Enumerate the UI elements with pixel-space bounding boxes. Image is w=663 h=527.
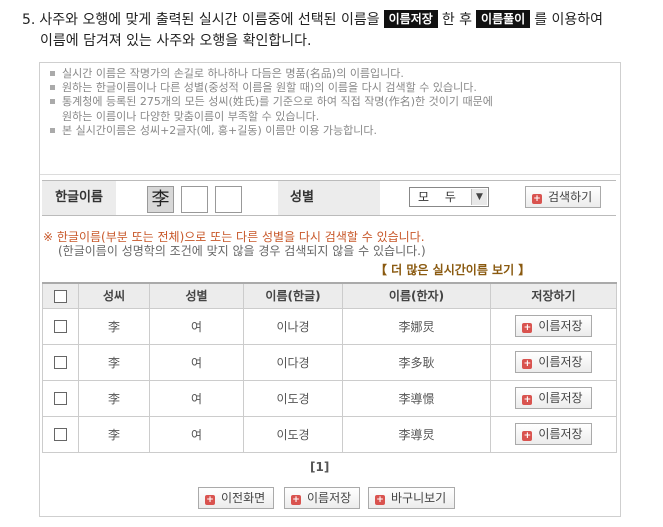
instruction-text-b: 한 후	[441, 12, 473, 28]
note-item: 통계청에 등록된 275개의 모든 성씨(姓氏)를 기준으로 하여 직접 작명(…	[50, 95, 620, 109]
plus-icon: +	[522, 395, 533, 405]
plus-icon: +	[375, 495, 385, 505]
name-char-input-2[interactable]	[215, 186, 242, 213]
instruction-text-a: 사주와 오행에 맞게 출력된 실시간 이름중에 선택된 이름을	[39, 12, 380, 28]
previous-screen-button[interactable]: + 이전화면	[198, 487, 275, 509]
cell-surname: 李	[78, 415, 150, 453]
search-bar: 한글이름 李 성별 모 두 ▼ + 검색하기	[42, 180, 616, 216]
cell-hanja: 李多耿	[342, 343, 491, 381]
chevron-down-icon[interactable]: ▼	[471, 189, 487, 205]
realtime-name-panel: 실시간 이름은 작명가의 손길로 하나하나 다듬은 명품(名品)의 이름입니다.…	[39, 62, 621, 517]
plus-icon: +	[522, 359, 533, 369]
cell-hanja: 李導憬	[342, 379, 491, 417]
note-item: 실시간 이름은 작명가의 손길로 하나하나 다듬은 명품(名品)의 이름입니다.	[50, 67, 620, 81]
cell-hangul: 이다경	[243, 343, 343, 381]
note-item: 본 실시간이름은 성씨+2글자(예, 홍+길동) 이름만 이용 가능합니다.	[50, 124, 620, 138]
save-name-button[interactable]: + 이름저장	[515, 387, 592, 409]
table-row: 李 여 이도경 李導憬 + 이름저장	[42, 379, 617, 417]
gender-label: 성별	[278, 181, 380, 215]
row-checkbox[interactable]	[54, 392, 67, 405]
cell-gender: 여	[149, 415, 244, 453]
pagination-page-1[interactable]: [1]	[310, 460, 329, 474]
plus-icon: +	[532, 194, 542, 204]
cell-gender: 여	[149, 307, 244, 345]
hangul-name-label: 한글이름	[42, 181, 116, 215]
row-checkbox[interactable]	[54, 356, 67, 369]
col-save: 저장하기	[490, 282, 617, 309]
save-names-button[interactable]: + 이름저장	[284, 487, 361, 509]
name-char-input-1[interactable]	[181, 186, 208, 213]
plus-icon: +	[291, 495, 301, 505]
col-hanja-name: 이름(한자)	[342, 282, 491, 309]
cell-surname: 李	[78, 379, 150, 417]
cell-gender: 여	[149, 343, 244, 381]
cell-surname: 李	[78, 343, 150, 381]
cell-hangul: 이나경	[243, 307, 343, 345]
cell-hanja: 李導炅	[342, 415, 491, 453]
row-checkbox[interactable]	[54, 320, 67, 333]
search-button[interactable]: + 검색하기	[525, 186, 602, 208]
save-name-button[interactable]: + 이름저장	[515, 315, 592, 337]
table-row: 李 여 이도경 李導炅 + 이름저장	[42, 415, 617, 453]
cell-surname: 李	[78, 307, 150, 345]
instruction-text-c: 를 이용하여	[534, 12, 604, 28]
view-basket-button[interactable]: + 바구니보기	[368, 487, 456, 509]
col-surname: 성씨	[78, 282, 150, 309]
table-header-row: 성씨 성별 이름(한글) 이름(한자) 저장하기	[42, 282, 617, 309]
note-item-continuation: 원하는 이름이나 다양한 맞춤이름이 부족할 수 있습니다.	[62, 109, 320, 123]
search-warning-note: (한글이름이 성명학의 조건에 맞지 않을 경우 검색되지 않을 수 있습니다.…	[58, 244, 426, 258]
gender-select[interactable]: 모 두 ▼	[409, 187, 489, 207]
bullet-icon	[50, 71, 55, 76]
col-gender: 성별	[149, 282, 244, 309]
name-results-table: 성씨 성별 이름(한글) 이름(한자) 저장하기 李 여 이나경 李娜炅 + 이름…	[42, 282, 617, 453]
cell-hangul: 이도경	[243, 379, 343, 417]
plus-icon: +	[205, 495, 215, 505]
surname-char-box: 李	[147, 186, 174, 213]
cell-hangul: 이도경	[243, 415, 343, 453]
table-row: 李 여 이나경 李娜炅 + 이름저장	[42, 307, 617, 345]
instruction-line-2: 이름에 담겨져 있는 사주와 오행을 확인합니다.	[40, 33, 312, 49]
tag-name-analysis: 이름풀이	[476, 10, 531, 28]
cell-gender: 여	[149, 379, 244, 417]
plus-icon: +	[522, 323, 533, 333]
save-name-button[interactable]: + 이름저장	[515, 423, 592, 445]
note-item: 원하는 한글이름이나 다른 성별(중성적 이름을 원할 때)의 이름을 다시 검…	[50, 81, 620, 95]
select-all-checkbox[interactable]	[54, 289, 67, 303]
col-hangul-name: 이름(한글)	[243, 282, 343, 309]
bullet-icon	[50, 99, 55, 105]
step-number: 5.	[22, 12, 36, 28]
select-all-cell	[42, 282, 79, 309]
instruction-step: 5. 사주와 오행에 맞게 출력된 실시간 이름중에 선택된 이름을 이름저장 한 후…	[22, 10, 652, 52]
plus-icon: +	[522, 431, 533, 441]
tag-save-name: 이름저장	[383, 10, 438, 28]
more-names-link[interactable]: 【 더 많은 실시간이름 보기 】	[375, 261, 530, 278]
notes-list: 실시간 이름은 작명가의 손길로 하나하나 다듬은 명품(名品)의 이름입니다.…	[40, 63, 620, 175]
instruction-line-1: 5. 사주와 오행에 맞게 출력된 실시간 이름중에 선택된 이름을 이름저장 한 후…	[22, 10, 652, 31]
bullet-icon	[50, 127, 55, 133]
save-name-button[interactable]: + 이름저장	[515, 351, 592, 373]
table-row: 李 여 이다경 李多耿 + 이름저장	[42, 343, 617, 381]
cell-hanja: 李娜炅	[342, 307, 491, 345]
bullet-icon	[50, 85, 55, 91]
row-checkbox[interactable]	[54, 428, 67, 441]
